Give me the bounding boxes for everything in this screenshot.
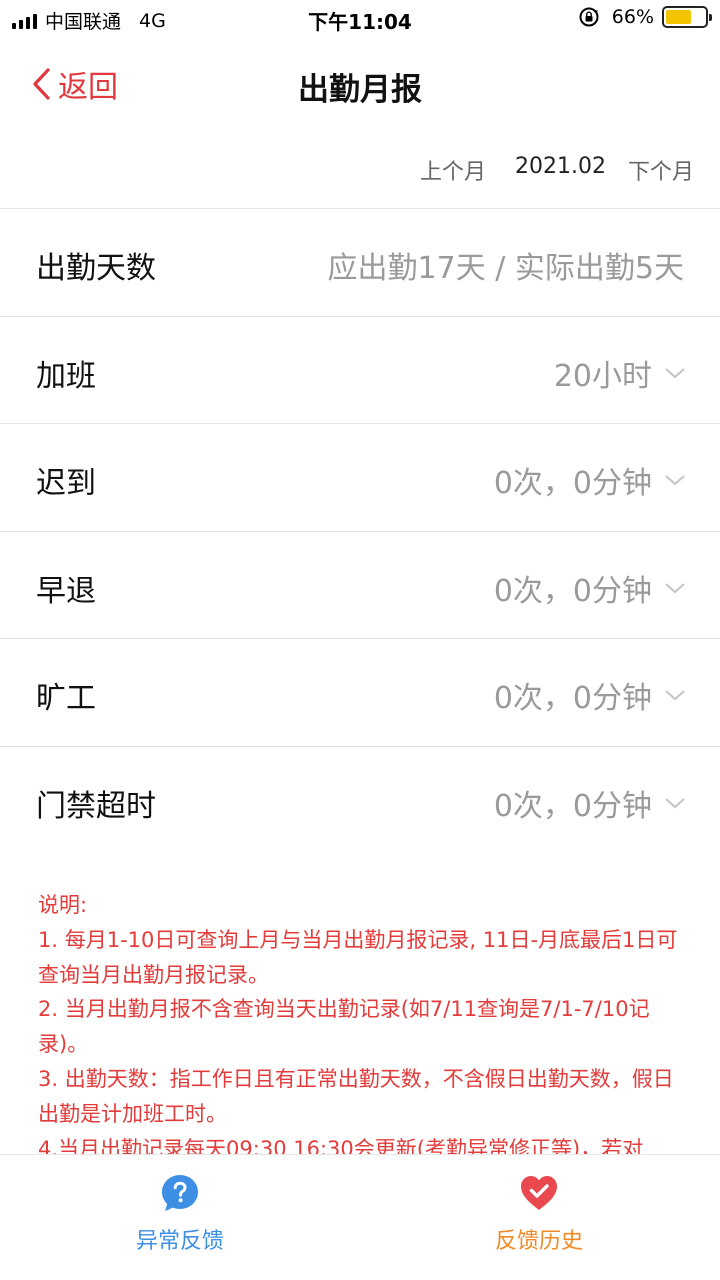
- stat-value-wrap: 0次，0分钟: [494, 458, 686, 502]
- page-title: 出勤月报: [298, 72, 422, 108]
- note-line: 3. 出勤天数：指工作日且有正常出勤天数，不含假日出勤天数，假日出勤是计加班工时…: [38, 1066, 674, 1126]
- tab-exception-feedback[interactable]: 异常反馈: [80, 1173, 280, 1255]
- stat-label: 迟到: [36, 466, 96, 501]
- tab-feedback-history[interactable]: 反馈历史: [439, 1173, 639, 1255]
- attendance-stats: 出勤天数 应出勤17天 / 实际出勤5天 加班 20小时 迟到 0次，0分钟 早…: [0, 208, 720, 853]
- chevron-down-icon: [665, 690, 685, 701]
- chevron-down-icon: [665, 797, 685, 808]
- stat-row-access-overtime[interactable]: 门禁超时 0次，0分钟: [0, 745, 720, 854]
- chevron-down-icon: [665, 475, 685, 486]
- stat-value: 0次，0分钟: [493, 681, 652, 716]
- stat-value: 20小时: [553, 358, 652, 394]
- stat-label: 早退: [36, 573, 96, 609]
- bottom-tab-bar: 异常反馈 反馈历史: [0, 1154, 720, 1280]
- stat-label: 门禁超时: [36, 788, 156, 824]
- tab-label: 反馈历史: [494, 1229, 583, 1254]
- stat-value-wrap: 0次，0分钟: [494, 673, 686, 717]
- stat-value: 0次，0分钟: [493, 788, 652, 824]
- status-bar: 中国联通 4G 下午11:04 66%: [0, 0, 720, 38]
- stat-value: 0次，0分钟: [493, 573, 652, 609]
- stat-value-wrap: 0次，0分钟: [494, 781, 686, 825]
- stat-row-late[interactable]: 迟到 0次，0分钟: [0, 423, 720, 531]
- chevron-down-icon: [665, 582, 685, 593]
- stat-row-early-leave[interactable]: 早退 0次，0分钟: [0, 530, 720, 639]
- battery-percent: 66%: [611, 6, 654, 28]
- stat-value-wrap: 0次，0分钟: [494, 566, 686, 610]
- stat-value-wrap: 20小时: [554, 351, 686, 395]
- stat-value: 应出勤17天 / 实际出勤5天: [327, 251, 684, 286]
- stat-row-absence[interactable]: 旷工 0次，0分钟: [0, 638, 720, 746]
- month-switcher: 上个月 2021.02 下个月: [0, 128, 720, 208]
- stat-label: 加班: [36, 358, 96, 394]
- note-line: 1. 每月1-10日可查询上月与当月出勤月报记录, 11日-月底最后1日可查询当…: [38, 927, 678, 987]
- tab-label: 异常反馈: [135, 1229, 224, 1254]
- notes-section: 说明: 1. 每月1-10日可查询上月与当月出勤月报记录, 11日-月底最后1日…: [38, 888, 688, 1166]
- notes-heading: 说明:: [38, 893, 88, 917]
- battery-icon: [662, 6, 712, 28]
- chevron-down-icon: [665, 367, 685, 378]
- stat-label: 旷工: [36, 681, 96, 716]
- current-month: 2021.02: [515, 154, 606, 179]
- stat-row-overtime[interactable]: 加班 20小时: [0, 315, 720, 424]
- nav-bar: 返回 出勤月报: [0, 38, 720, 128]
- status-right: 66%: [578, 6, 712, 28]
- note-line: 2. 当月出勤月报不含查询当天出勤记录(如7/11查询是7/1-7/10记录)。: [38, 997, 650, 1057]
- prev-month-button[interactable]: 上个月: [420, 154, 486, 186]
- stat-row-attendance-days: 出勤天数 应出勤17天 / 实际出勤5天: [0, 208, 720, 316]
- battery-fill: [666, 10, 692, 24]
- stat-label: 出勤天数: [36, 251, 156, 286]
- heart-check-icon: [521, 1176, 557, 1210]
- rotation-lock-icon: [579, 7, 599, 27]
- stat-value: 0次，0分钟: [493, 466, 652, 501]
- question-bubble-icon: [162, 1175, 198, 1211]
- next-month-button[interactable]: 下个月: [628, 154, 694, 186]
